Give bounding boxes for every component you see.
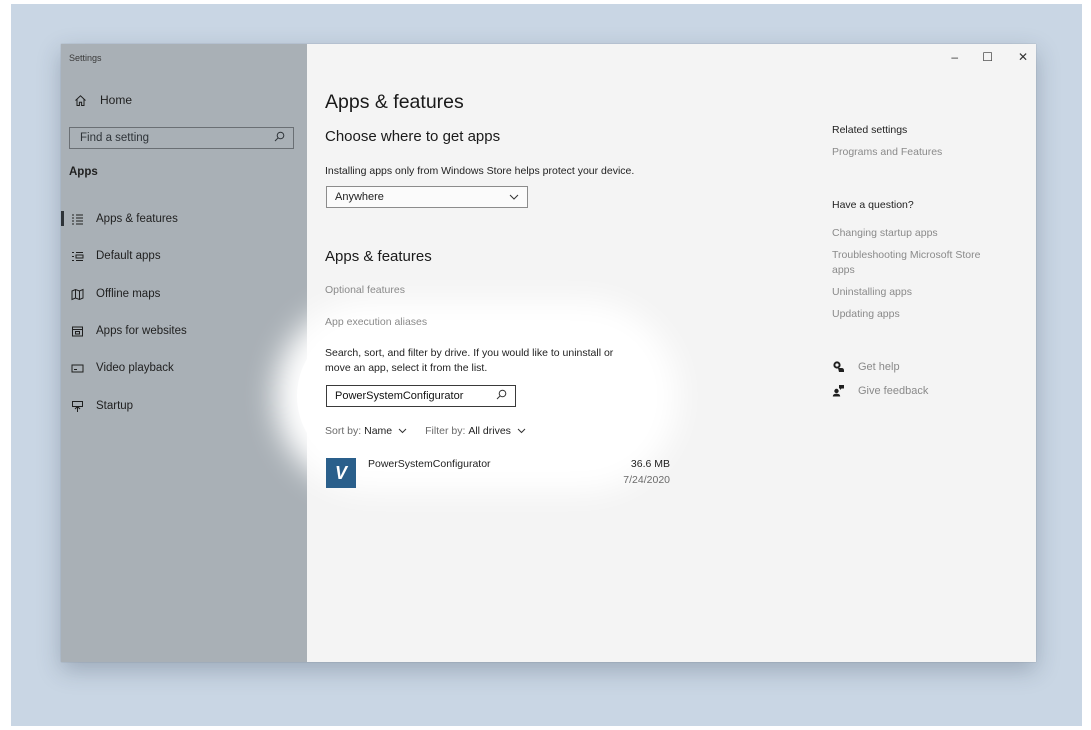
instructions-line1: Search, sort, and filter by drive. If yo… (325, 347, 614, 359)
updating-apps-link[interactable]: Updating apps (832, 308, 900, 320)
app-size: 36.6 MB (630, 458, 670, 470)
home-label: Home (100, 93, 133, 107)
optional-features-link[interactable]: Optional features (325, 284, 405, 296)
page-title: Apps & features (325, 91, 464, 113)
sort-filter-bar: Sort by: Name Filter by: All drives (325, 425, 526, 437)
close-button[interactable]: ✕ (1018, 50, 1028, 64)
sidebar-item-label: Startup (96, 400, 134, 412)
sort-value: Name (364, 425, 393, 437)
troubleshooting-store-link[interactable]: Troubleshooting Microsoft Store (832, 249, 980, 261)
chevron-down-icon (509, 191, 519, 203)
uninstalling-apps-link[interactable]: Uninstalling apps (832, 286, 912, 298)
app-search-input[interactable]: PowerSystemConfigurator (326, 385, 516, 407)
app-name: PowerSystemConfigurator (368, 458, 491, 470)
get-help-link[interactable]: Get help (832, 360, 900, 373)
search-icon (496, 389, 507, 403)
search-icon (274, 131, 285, 145)
chevron-down-icon (398, 428, 407, 434)
maximize-button[interactable]: ☐ (982, 50, 993, 64)
related-settings-heading: Related settings (832, 124, 908, 136)
app-source-dropdown[interactable]: Anywhere (326, 186, 528, 208)
sidebar-section-title: Apps (69, 166, 98, 178)
app-date: 7/24/2020 (623, 474, 670, 486)
choose-apps-description: Installing apps only from Windows Store … (325, 165, 635, 177)
sidebar-item-label: Default apps (96, 250, 161, 262)
apps-features-icon (70, 212, 84, 226)
startup-icon (70, 399, 84, 413)
find-setting-placeholder: Find a setting (80, 132, 150, 144)
minimize-button[interactable]: – (951, 50, 958, 64)
give-feedback-link[interactable]: Give feedback (832, 384, 928, 397)
programs-features-link[interactable]: Programs and Features (832, 146, 942, 158)
sidebar-item-apps-features[interactable]: Apps & features (61, 205, 307, 233)
sidebar-item-label: Video playback (96, 362, 174, 374)
apps-features-heading: Apps & features (325, 248, 432, 265)
find-setting-input[interactable]: Find a setting (69, 127, 294, 149)
offline-maps-icon (70, 287, 84, 301)
sort-dropdown[interactable]: Sort by: Name (325, 425, 407, 437)
changing-startup-apps-link[interactable]: Changing startup apps (832, 227, 938, 239)
app-search-value: PowerSystemConfigurator (335, 390, 464, 402)
give-feedback-label: Give feedback (858, 384, 929, 397)
instructions-line2: move an app, select it from the list. (325, 362, 488, 374)
home-icon (74, 94, 88, 107)
app-execution-aliases-link[interactable]: App execution aliases (325, 316, 427, 328)
get-help-label: Get help (858, 360, 900, 373)
apps-for-websites-icon (70, 324, 84, 338)
sidebar-item-label: Apps for websites (96, 325, 187, 337)
choose-apps-heading: Choose where to get apps (325, 128, 501, 145)
app-logo-icon: V (326, 458, 356, 488)
main-content: – ☐ ✕ Apps & features Choose where to ge… (297, 44, 1036, 662)
sidebar-item-label: Apps & features (96, 213, 178, 225)
sort-label: Sort by: (325, 425, 362, 437)
get-help-icon (832, 360, 846, 373)
sidebar-item-apps-for-websites[interactable]: Apps for websites (61, 317, 307, 345)
home-link[interactable]: Home (74, 93, 132, 107)
window-title: Settings (69, 53, 102, 63)
filter-label: Filter by: (425, 425, 466, 437)
troubleshooting-store-link-cont[interactable]: apps (832, 264, 855, 276)
default-apps-icon (70, 249, 84, 263)
dropdown-value: Anywhere (335, 191, 384, 203)
chevron-down-icon (517, 428, 526, 434)
sidebar: Settings Home Find a setting Apps Apps &… (61, 44, 307, 662)
filter-dropdown[interactable]: Filter by: All drives (425, 425, 526, 437)
sidebar-item-default-apps[interactable]: Default apps (61, 242, 307, 270)
app-list-item[interactable]: V PowerSystemConfigurator 36.6 MB 7/24/2… (325, 456, 670, 490)
sidebar-item-offline-maps[interactable]: Offline maps (61, 280, 307, 308)
app-logo-letter: V (334, 462, 347, 483)
sidebar-item-video-playback[interactable]: Video playback (61, 354, 307, 382)
sidebar-item-label: Offline maps (96, 288, 161, 300)
sidebar-item-startup[interactable]: Startup (61, 392, 307, 420)
give-feedback-icon (832, 384, 846, 397)
video-playback-icon (70, 361, 84, 375)
question-heading: Have a question? (832, 199, 914, 211)
settings-window: Settings Home Find a setting Apps Apps &… (61, 44, 1036, 662)
filter-value: All drives (468, 425, 511, 437)
